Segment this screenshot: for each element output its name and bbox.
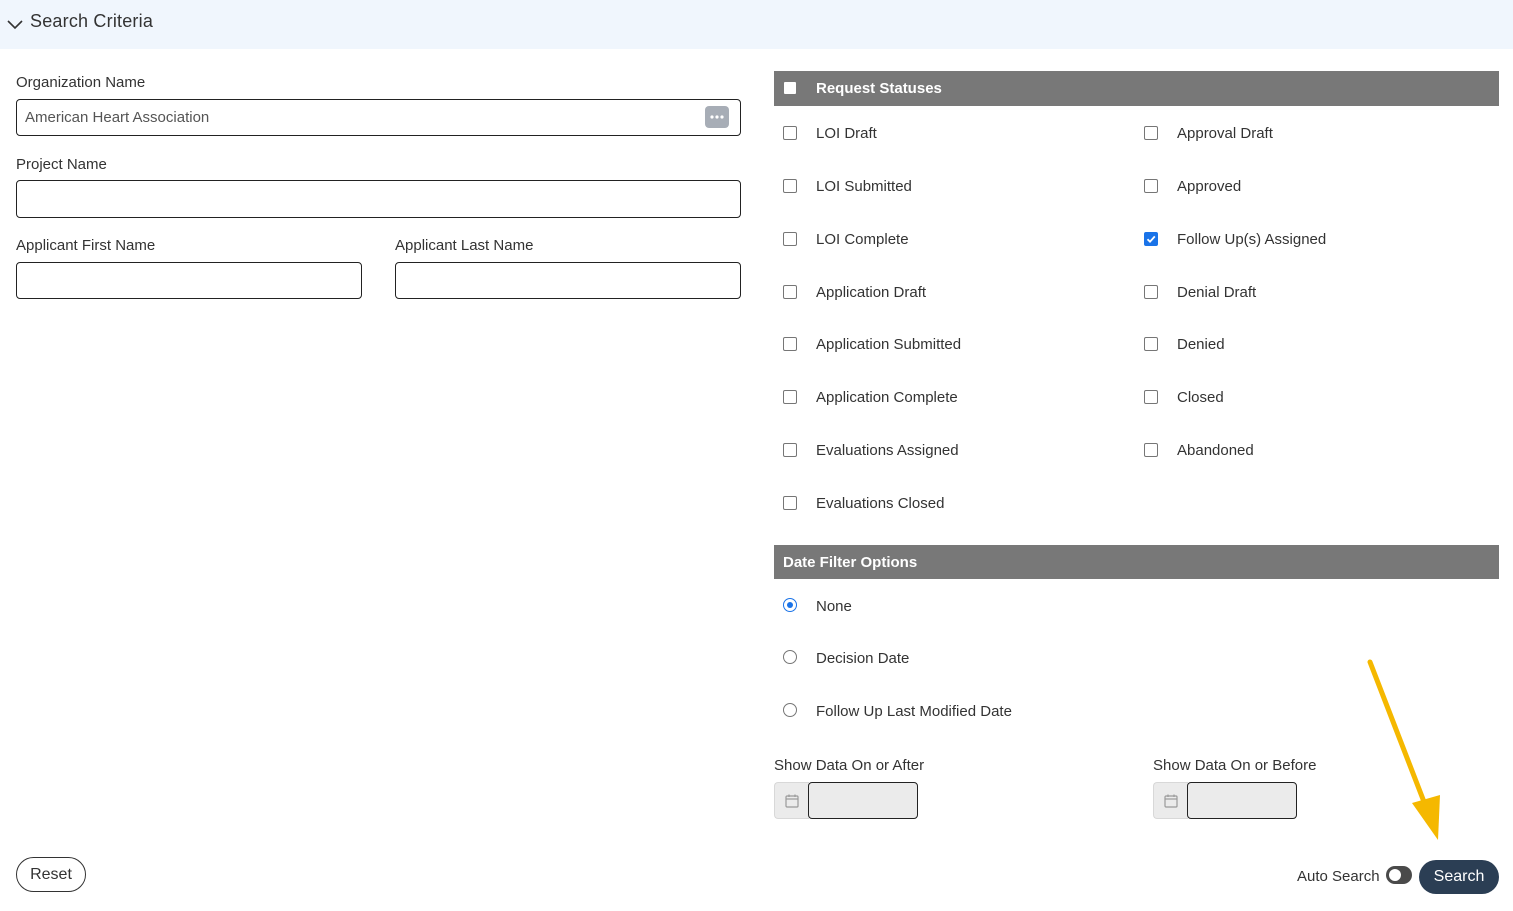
status-checkbox[interactable] [783, 390, 797, 404]
status-label: Application Complete [816, 389, 958, 406]
status-label: LOI Submitted [816, 178, 912, 195]
status-label: Denial Draft [1177, 284, 1257, 301]
search-criteria-header[interactable]: Search Criteria [0, 0, 1513, 49]
chevron-down-icon[interactable] [6, 15, 24, 33]
first-name-input[interactable] [16, 262, 362, 299]
section-title: Search Criteria [30, 11, 154, 31]
arrow-down-icon [1367, 659, 1440, 840]
date-before-calendar-button[interactable] [1153, 782, 1188, 819]
status-checkbox[interactable] [1144, 126, 1158, 140]
checkmark-icon [1146, 235, 1156, 244]
request-statuses-bar: Request Statuses [774, 71, 1499, 106]
status-checkbox[interactable] [1144, 179, 1158, 193]
status-checkbox[interactable] [1144, 337, 1158, 351]
date-after-input[interactable] [808, 782, 918, 819]
status-checkbox[interactable] [783, 126, 797, 140]
date-after-calendar-button[interactable] [774, 782, 809, 819]
status-checkbox[interactable] [1144, 443, 1158, 457]
status-checkbox-checked[interactable] [1144, 232, 1158, 246]
status-label: Denied [1177, 336, 1225, 353]
calendar-icon [785, 794, 799, 808]
date-filter-radio[interactable] [783, 703, 797, 717]
status-checkbox[interactable] [783, 496, 797, 510]
status-checkbox[interactable] [1144, 390, 1158, 404]
toggle-knob [1389, 869, 1401, 881]
status-checkbox[interactable] [1144, 285, 1158, 299]
date-before-label: Show Data On or Before [1153, 757, 1317, 774]
date-after-label: Show Data On or After [774, 757, 925, 774]
search-button[interactable]: Search [1419, 860, 1499, 894]
status-label: Closed [1177, 389, 1224, 406]
auto-search-label: Auto Search [1297, 868, 1380, 885]
status-label: Follow Up(s) Assigned [1177, 231, 1327, 248]
auto-search-toggle[interactable] [1386, 866, 1412, 884]
date-filter-bar: Date Filter Options [774, 545, 1499, 579]
org-name-label: Organization Name [16, 74, 146, 91]
ellipsis-icon [710, 115, 724, 119]
status-checkbox[interactable] [783, 179, 797, 193]
project-name-input[interactable] [16, 180, 741, 218]
date-filter-label: Follow Up Last Modified Date [816, 703, 1012, 720]
status-checkbox[interactable] [783, 232, 797, 246]
status-label: Approved [1177, 178, 1242, 195]
org-lookup-button[interactable] [705, 106, 729, 128]
last-name-input[interactable] [395, 262, 741, 299]
first-name-label: Applicant First Name [16, 237, 156, 254]
date-filter-title: Date Filter Options [783, 554, 918, 571]
date-before-input[interactable] [1187, 782, 1297, 819]
status-label: LOI Complete [816, 231, 909, 248]
status-label: Application Submitted [816, 336, 962, 353]
request-statuses-title: Request Statuses [816, 80, 942, 97]
status-checkbox[interactable] [783, 443, 797, 457]
status-label: Application Draft [816, 284, 927, 301]
date-filter-label: Decision Date [816, 650, 910, 667]
status-label: Approval Draft [1177, 125, 1273, 142]
last-name-label: Applicant Last Name [395, 237, 534, 254]
calendar-icon [1164, 794, 1178, 808]
org-name-input[interactable] [16, 99, 741, 136]
status-label: Evaluations Assigned [816, 442, 959, 459]
status-label: LOI Draft [816, 125, 877, 142]
status-checkbox[interactable] [783, 285, 797, 299]
date-filter-radio[interactable] [783, 650, 797, 664]
project-name-label: Project Name [16, 156, 107, 173]
date-filter-radio-selected[interactable] [783, 598, 797, 612]
status-checkbox[interactable] [783, 337, 797, 351]
date-filter-label: None [816, 598, 852, 615]
status-label: Abandoned [1177, 442, 1254, 459]
reset-button[interactable]: Reset [16, 857, 86, 892]
status-label: Evaluations Closed [816, 495, 945, 512]
select-all-statuses-checkbox[interactable] [784, 82, 796, 94]
